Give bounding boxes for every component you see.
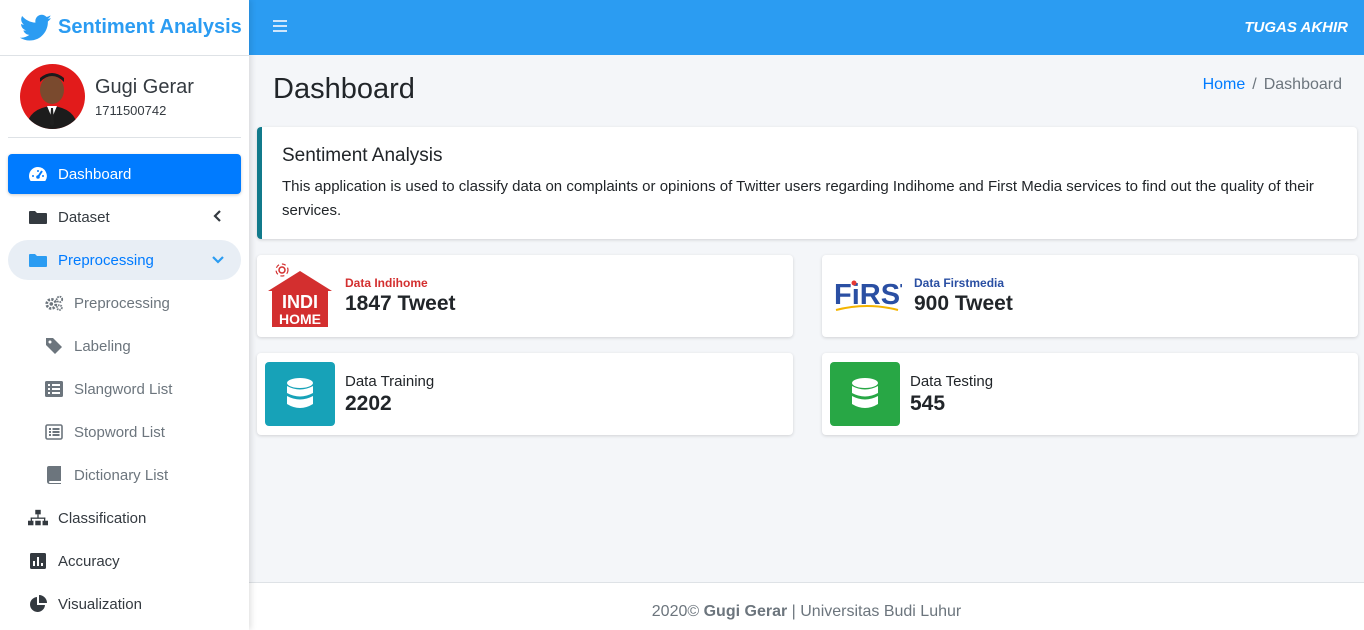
footer-author: Gugi Gerar <box>703 603 788 620</box>
footer-separator: | <box>791 603 796 620</box>
breadcrumb-separator: / <box>1252 76 1257 93</box>
sidebar-item-classification[interactable]: Classification <box>8 498 241 538</box>
sidebar-item-label: Accuracy <box>58 552 120 570</box>
bar-chart-icon <box>28 551 48 571</box>
sidebar-item-label: Stopword List <box>74 423 165 441</box>
indihome-label: Data Indihome <box>345 276 428 290</box>
sidebar: Sentiment Analysis Gugi Gerar 1711500742… <box>0 0 249 630</box>
sidebar-item-dataset[interactable]: Dataset <box>8 197 241 237</box>
indihome-logo-line1: INDI <box>282 292 318 312</box>
breadcrumb-current: Dashboard <box>1263 76 1342 93</box>
breadcrumb-home-link[interactable]: Home <box>1203 76 1246 93</box>
sidebar-item-labeling[interactable]: Labeling <box>8 326 241 366</box>
brand-link[interactable]: Sentiment Analysis <box>0 0 249 56</box>
folder-icon <box>28 250 48 270</box>
avatar[interactable] <box>20 64 85 129</box>
firstmedia-label: Data Firstmedia <box>914 276 1005 290</box>
brand-title: Sentiment Analysis <box>58 16 242 38</box>
tag-icon <box>44 336 64 356</box>
breadcrumb: Home / Dashboard <box>1203 76 1342 94</box>
sidebar-item-label: Preprocessing <box>74 294 170 312</box>
user-id: 1711500742 <box>95 102 167 118</box>
indihome-count: 1847 Tweet <box>345 292 456 315</box>
pie-chart-icon <box>28 594 48 614</box>
indihome-logo-line2: HOME <box>279 311 321 327</box>
top-navbar: TUGAS AKHIR <box>249 0 1364 55</box>
sitemap-icon <box>28 508 48 528</box>
info-box-indihome: INDI HOME Data Indihome 1847 Tweet <box>257 255 793 337</box>
sidebar-item-label: Dictionary List <box>74 466 169 484</box>
footer-institution: Universitas Budi Luhur <box>800 603 962 620</box>
database-icon <box>265 362 335 426</box>
user-panel: Gugi Gerar 1711500742 <box>8 56 241 138</box>
sidebar-item-accuracy[interactable]: Accuracy <box>8 541 241 581</box>
sidebar-item-stopword-list[interactable]: Stopword List <box>8 412 241 452</box>
footer: 2020© Gugi Gerar | Universitas Budi Luhu… <box>249 582 1364 630</box>
sidebar-item-label: Preprocessing <box>58 251 154 269</box>
info-box-testing: Data Testing 545 <box>822 353 1358 435</box>
info-box-firstmedia: FiRST Data Firstmedia 900 Tweet <box>822 255 1358 337</box>
testing-count: 545 <box>910 391 946 415</box>
page-title: Dashboard <box>273 73 415 105</box>
training-label: Data Training <box>345 372 435 390</box>
sidebar-item-visualization[interactable]: Visualization <box>8 584 241 624</box>
indihome-logo: INDI HOME <box>265 263 335 329</box>
list-alt-icon <box>44 422 64 442</box>
firstmedia-logo: FiRST <box>830 264 904 328</box>
training-count: 2202 <box>345 391 392 415</box>
sidebar-item-slangword-list[interactable]: Slangword List <box>8 369 241 409</box>
testing-label: Data Testing <box>910 372 994 390</box>
sidebar-item-label: Dashboard <box>58 165 132 183</box>
database-icon <box>830 362 900 426</box>
twitter-bird-icon <box>20 14 52 41</box>
callout-text: This application is used to classify dat… <box>282 178 1314 219</box>
info-box-training: Data Training 2202 <box>257 353 793 435</box>
sidebar-item-dashboard[interactable]: Dashboard <box>8 154 241 194</box>
user-photo <box>20 64 85 129</box>
tachometer-icon <box>28 164 48 184</box>
firstmedia-count: 900 Tweet <box>914 292 1013 315</box>
sidebar-item-preprocessing[interactable]: Preprocessing <box>8 283 241 323</box>
chevron-down-icon <box>212 256 224 264</box>
book-icon <box>44 465 64 485</box>
user-name[interactable]: Gugi Gerar <box>95 76 194 99</box>
main-content: Dashboard Home / Dashboard Sentiment Analy… <box>249 55 1364 582</box>
sidebar-item-preprocessing-group[interactable]: Preprocessing <box>8 240 241 280</box>
info-callout: Sentiment Analysis This application is u… <box>257 127 1357 239</box>
cogs-icon <box>44 293 64 313</box>
sidebar-item-dictionary-list[interactable]: Dictionary List <box>8 455 241 495</box>
footer-year: 2020© <box>651 603 700 620</box>
sidebar-item-label: Visualization <box>58 595 142 613</box>
folder-icon <box>28 207 48 227</box>
sidebar-nav: Dashboard Dataset Preprocessing Preproce… <box>0 154 249 624</box>
navbar-title: TUGAS AKHIR <box>1244 19 1348 36</box>
chevron-left-icon <box>213 210 221 222</box>
sidebar-item-label: Slangword List <box>74 380 173 398</box>
sidebar-item-label: Dataset <box>58 208 110 226</box>
list-icon <box>44 379 64 399</box>
callout-title: Sentiment Analysis <box>282 145 443 166</box>
sidebar-item-label: Labeling <box>74 337 131 355</box>
hamburger-icon[interactable] <box>273 20 287 34</box>
sidebar-item-label: Classification <box>58 509 147 527</box>
